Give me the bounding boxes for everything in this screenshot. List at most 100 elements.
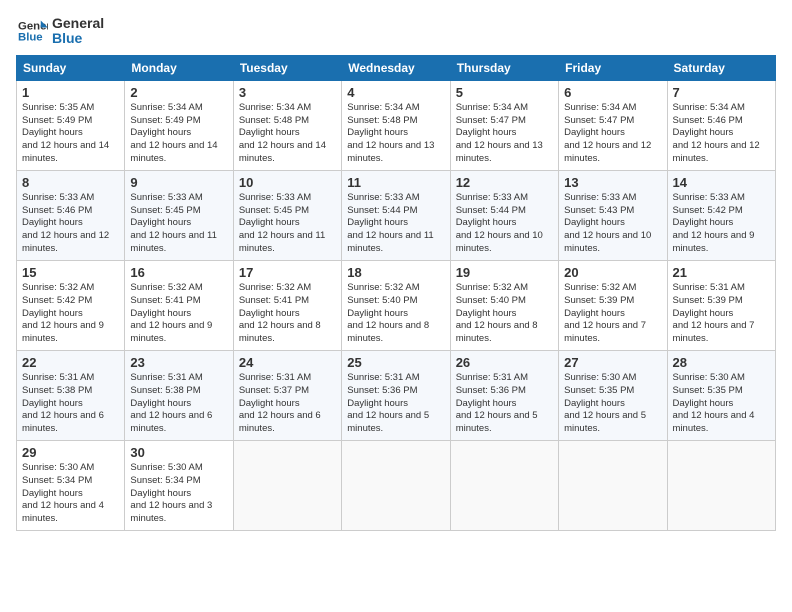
calendar-week-5: 29 Sunrise: 5:30 AM Sunset: 5:34 PM Dayl… [17, 441, 776, 531]
day-number: 28 [673, 355, 770, 370]
calendar-cell: 5 Sunrise: 5:34 AM Sunset: 5:47 PM Dayli… [450, 80, 558, 170]
svg-text:Blue: Blue [18, 32, 43, 44]
day-number: 4 [347, 85, 444, 100]
day-info: Sunrise: 5:30 AM Sunset: 5:34 PM Dayligh… [130, 462, 227, 526]
day-number: 1 [22, 85, 119, 100]
calendar-table: SundayMondayTuesdayWednesdayThursdayFrid… [16, 55, 776, 531]
day-number: 23 [130, 355, 227, 370]
calendar-cell: 17 Sunrise: 5:32 AM Sunset: 5:41 PM Dayl… [233, 260, 341, 350]
day-info: Sunrise: 5:32 AM Sunset: 5:42 PM Dayligh… [22, 282, 119, 346]
logo: General Blue General Blue [16, 16, 104, 47]
calendar-cell: 19 Sunrise: 5:32 AM Sunset: 5:40 PM Dayl… [450, 260, 558, 350]
day-header-tuesday: Tuesday [233, 55, 341, 80]
calendar-cell: 12 Sunrise: 5:33 AM Sunset: 5:44 PM Dayl… [450, 170, 558, 260]
day-info: Sunrise: 5:33 AM Sunset: 5:44 PM Dayligh… [347, 192, 444, 256]
calendar-cell: 9 Sunrise: 5:33 AM Sunset: 5:45 PM Dayli… [125, 170, 233, 260]
day-info: Sunrise: 5:33 AM Sunset: 5:45 PM Dayligh… [239, 192, 336, 256]
day-number: 2 [130, 85, 227, 100]
calendar-cell: 24 Sunrise: 5:31 AM Sunset: 5:37 PM Dayl… [233, 350, 341, 440]
day-header-friday: Friday [559, 55, 667, 80]
day-number: 15 [22, 265, 119, 280]
day-info: Sunrise: 5:33 AM Sunset: 5:45 PM Dayligh… [130, 192, 227, 256]
calendar-cell: 8 Sunrise: 5:33 AM Sunset: 5:46 PM Dayli… [17, 170, 125, 260]
day-info: Sunrise: 5:34 AM Sunset: 5:49 PM Dayligh… [130, 102, 227, 166]
day-number: 12 [456, 175, 553, 190]
calendar-cell: 21 Sunrise: 5:31 AM Sunset: 5:39 PM Dayl… [667, 260, 775, 350]
day-number: 14 [673, 175, 770, 190]
day-number: 8 [22, 175, 119, 190]
day-header-monday: Monday [125, 55, 233, 80]
calendar-cell: 23 Sunrise: 5:31 AM Sunset: 5:38 PM Dayl… [125, 350, 233, 440]
day-info: Sunrise: 5:34 AM Sunset: 5:48 PM Dayligh… [347, 102, 444, 166]
logo-icon: General Blue [16, 17, 48, 45]
calendar-cell: 15 Sunrise: 5:32 AM Sunset: 5:42 PM Dayl… [17, 260, 125, 350]
day-number: 26 [456, 355, 553, 370]
day-info: Sunrise: 5:31 AM Sunset: 5:38 PM Dayligh… [22, 372, 119, 436]
day-number: 18 [347, 265, 444, 280]
day-info: Sunrise: 5:32 AM Sunset: 5:40 PM Dayligh… [456, 282, 553, 346]
calendar-cell: 29 Sunrise: 5:30 AM Sunset: 5:34 PM Dayl… [17, 441, 125, 531]
day-header-wednesday: Wednesday [342, 55, 450, 80]
day-number: 25 [347, 355, 444, 370]
day-number: 27 [564, 355, 661, 370]
day-number: 30 [130, 445, 227, 460]
day-info: Sunrise: 5:34 AM Sunset: 5:47 PM Dayligh… [456, 102, 553, 166]
day-info: Sunrise: 5:34 AM Sunset: 5:47 PM Dayligh… [564, 102, 661, 166]
calendar-week-3: 15 Sunrise: 5:32 AM Sunset: 5:42 PM Dayl… [17, 260, 776, 350]
day-info: Sunrise: 5:30 AM Sunset: 5:35 PM Dayligh… [564, 372, 661, 436]
day-number: 5 [456, 85, 553, 100]
day-number: 13 [564, 175, 661, 190]
day-info: Sunrise: 5:33 AM Sunset: 5:42 PM Dayligh… [673, 192, 770, 256]
calendar-cell: 2 Sunrise: 5:34 AM Sunset: 5:49 PM Dayli… [125, 80, 233, 170]
day-number: 16 [130, 265, 227, 280]
day-info: Sunrise: 5:31 AM Sunset: 5:37 PM Dayligh… [239, 372, 336, 436]
day-info: Sunrise: 5:31 AM Sunset: 5:36 PM Dayligh… [347, 372, 444, 436]
day-info: Sunrise: 5:31 AM Sunset: 5:38 PM Dayligh… [130, 372, 227, 436]
calendar-cell: 30 Sunrise: 5:30 AM Sunset: 5:34 PM Dayl… [125, 441, 233, 531]
day-info: Sunrise: 5:33 AM Sunset: 5:43 PM Dayligh… [564, 192, 661, 256]
day-info: Sunrise: 5:32 AM Sunset: 5:41 PM Dayligh… [130, 282, 227, 346]
calendar-week-1: 1 Sunrise: 5:35 AM Sunset: 5:49 PM Dayli… [17, 80, 776, 170]
calendar-cell [559, 441, 667, 531]
calendar-cell: 26 Sunrise: 5:31 AM Sunset: 5:36 PM Dayl… [450, 350, 558, 440]
calendar-header: SundayMondayTuesdayWednesdayThursdayFrid… [17, 55, 776, 80]
calendar-cell: 1 Sunrise: 5:35 AM Sunset: 5:49 PM Dayli… [17, 80, 125, 170]
calendar-cell: 4 Sunrise: 5:34 AM Sunset: 5:48 PM Dayli… [342, 80, 450, 170]
day-info: Sunrise: 5:35 AM Sunset: 5:49 PM Dayligh… [22, 102, 119, 166]
day-info: Sunrise: 5:32 AM Sunset: 5:41 PM Dayligh… [239, 282, 336, 346]
day-number: 11 [347, 175, 444, 190]
calendar-week-4: 22 Sunrise: 5:31 AM Sunset: 5:38 PM Dayl… [17, 350, 776, 440]
day-header-saturday: Saturday [667, 55, 775, 80]
day-number: 10 [239, 175, 336, 190]
day-number: 6 [564, 85, 661, 100]
day-info: Sunrise: 5:31 AM Sunset: 5:39 PM Dayligh… [673, 282, 770, 346]
day-number: 22 [22, 355, 119, 370]
day-number: 7 [673, 85, 770, 100]
day-info: Sunrise: 5:30 AM Sunset: 5:35 PM Dayligh… [673, 372, 770, 436]
calendar-cell: 25 Sunrise: 5:31 AM Sunset: 5:36 PM Dayl… [342, 350, 450, 440]
day-number: 3 [239, 85, 336, 100]
calendar-body: 1 Sunrise: 5:35 AM Sunset: 5:49 PM Dayli… [17, 80, 776, 530]
calendar-cell: 22 Sunrise: 5:31 AM Sunset: 5:38 PM Dayl… [17, 350, 125, 440]
day-header-sunday: Sunday [17, 55, 125, 80]
day-info: Sunrise: 5:30 AM Sunset: 5:34 PM Dayligh… [22, 462, 119, 526]
day-info: Sunrise: 5:33 AM Sunset: 5:44 PM Dayligh… [456, 192, 553, 256]
day-number: 19 [456, 265, 553, 280]
calendar-cell: 13 Sunrise: 5:33 AM Sunset: 5:43 PM Dayl… [559, 170, 667, 260]
calendar-cell [233, 441, 341, 531]
day-info: Sunrise: 5:32 AM Sunset: 5:39 PM Dayligh… [564, 282, 661, 346]
calendar-cell: 7 Sunrise: 5:34 AM Sunset: 5:46 PM Dayli… [667, 80, 775, 170]
calendar-cell: 20 Sunrise: 5:32 AM Sunset: 5:39 PM Dayl… [559, 260, 667, 350]
day-info: Sunrise: 5:31 AM Sunset: 5:36 PM Dayligh… [456, 372, 553, 436]
calendar-cell: 11 Sunrise: 5:33 AM Sunset: 5:44 PM Dayl… [342, 170, 450, 260]
day-number: 29 [22, 445, 119, 460]
calendar-week-2: 8 Sunrise: 5:33 AM Sunset: 5:46 PM Dayli… [17, 170, 776, 260]
calendar-cell: 18 Sunrise: 5:32 AM Sunset: 5:40 PM Dayl… [342, 260, 450, 350]
day-number: 21 [673, 265, 770, 280]
calendar-cell: 28 Sunrise: 5:30 AM Sunset: 5:35 PM Dayl… [667, 350, 775, 440]
calendar-cell: 3 Sunrise: 5:34 AM Sunset: 5:48 PM Dayli… [233, 80, 341, 170]
logo-blue: Blue [52, 31, 104, 46]
day-info: Sunrise: 5:34 AM Sunset: 5:48 PM Dayligh… [239, 102, 336, 166]
calendar-cell: 6 Sunrise: 5:34 AM Sunset: 5:47 PM Dayli… [559, 80, 667, 170]
calendar-cell [450, 441, 558, 531]
